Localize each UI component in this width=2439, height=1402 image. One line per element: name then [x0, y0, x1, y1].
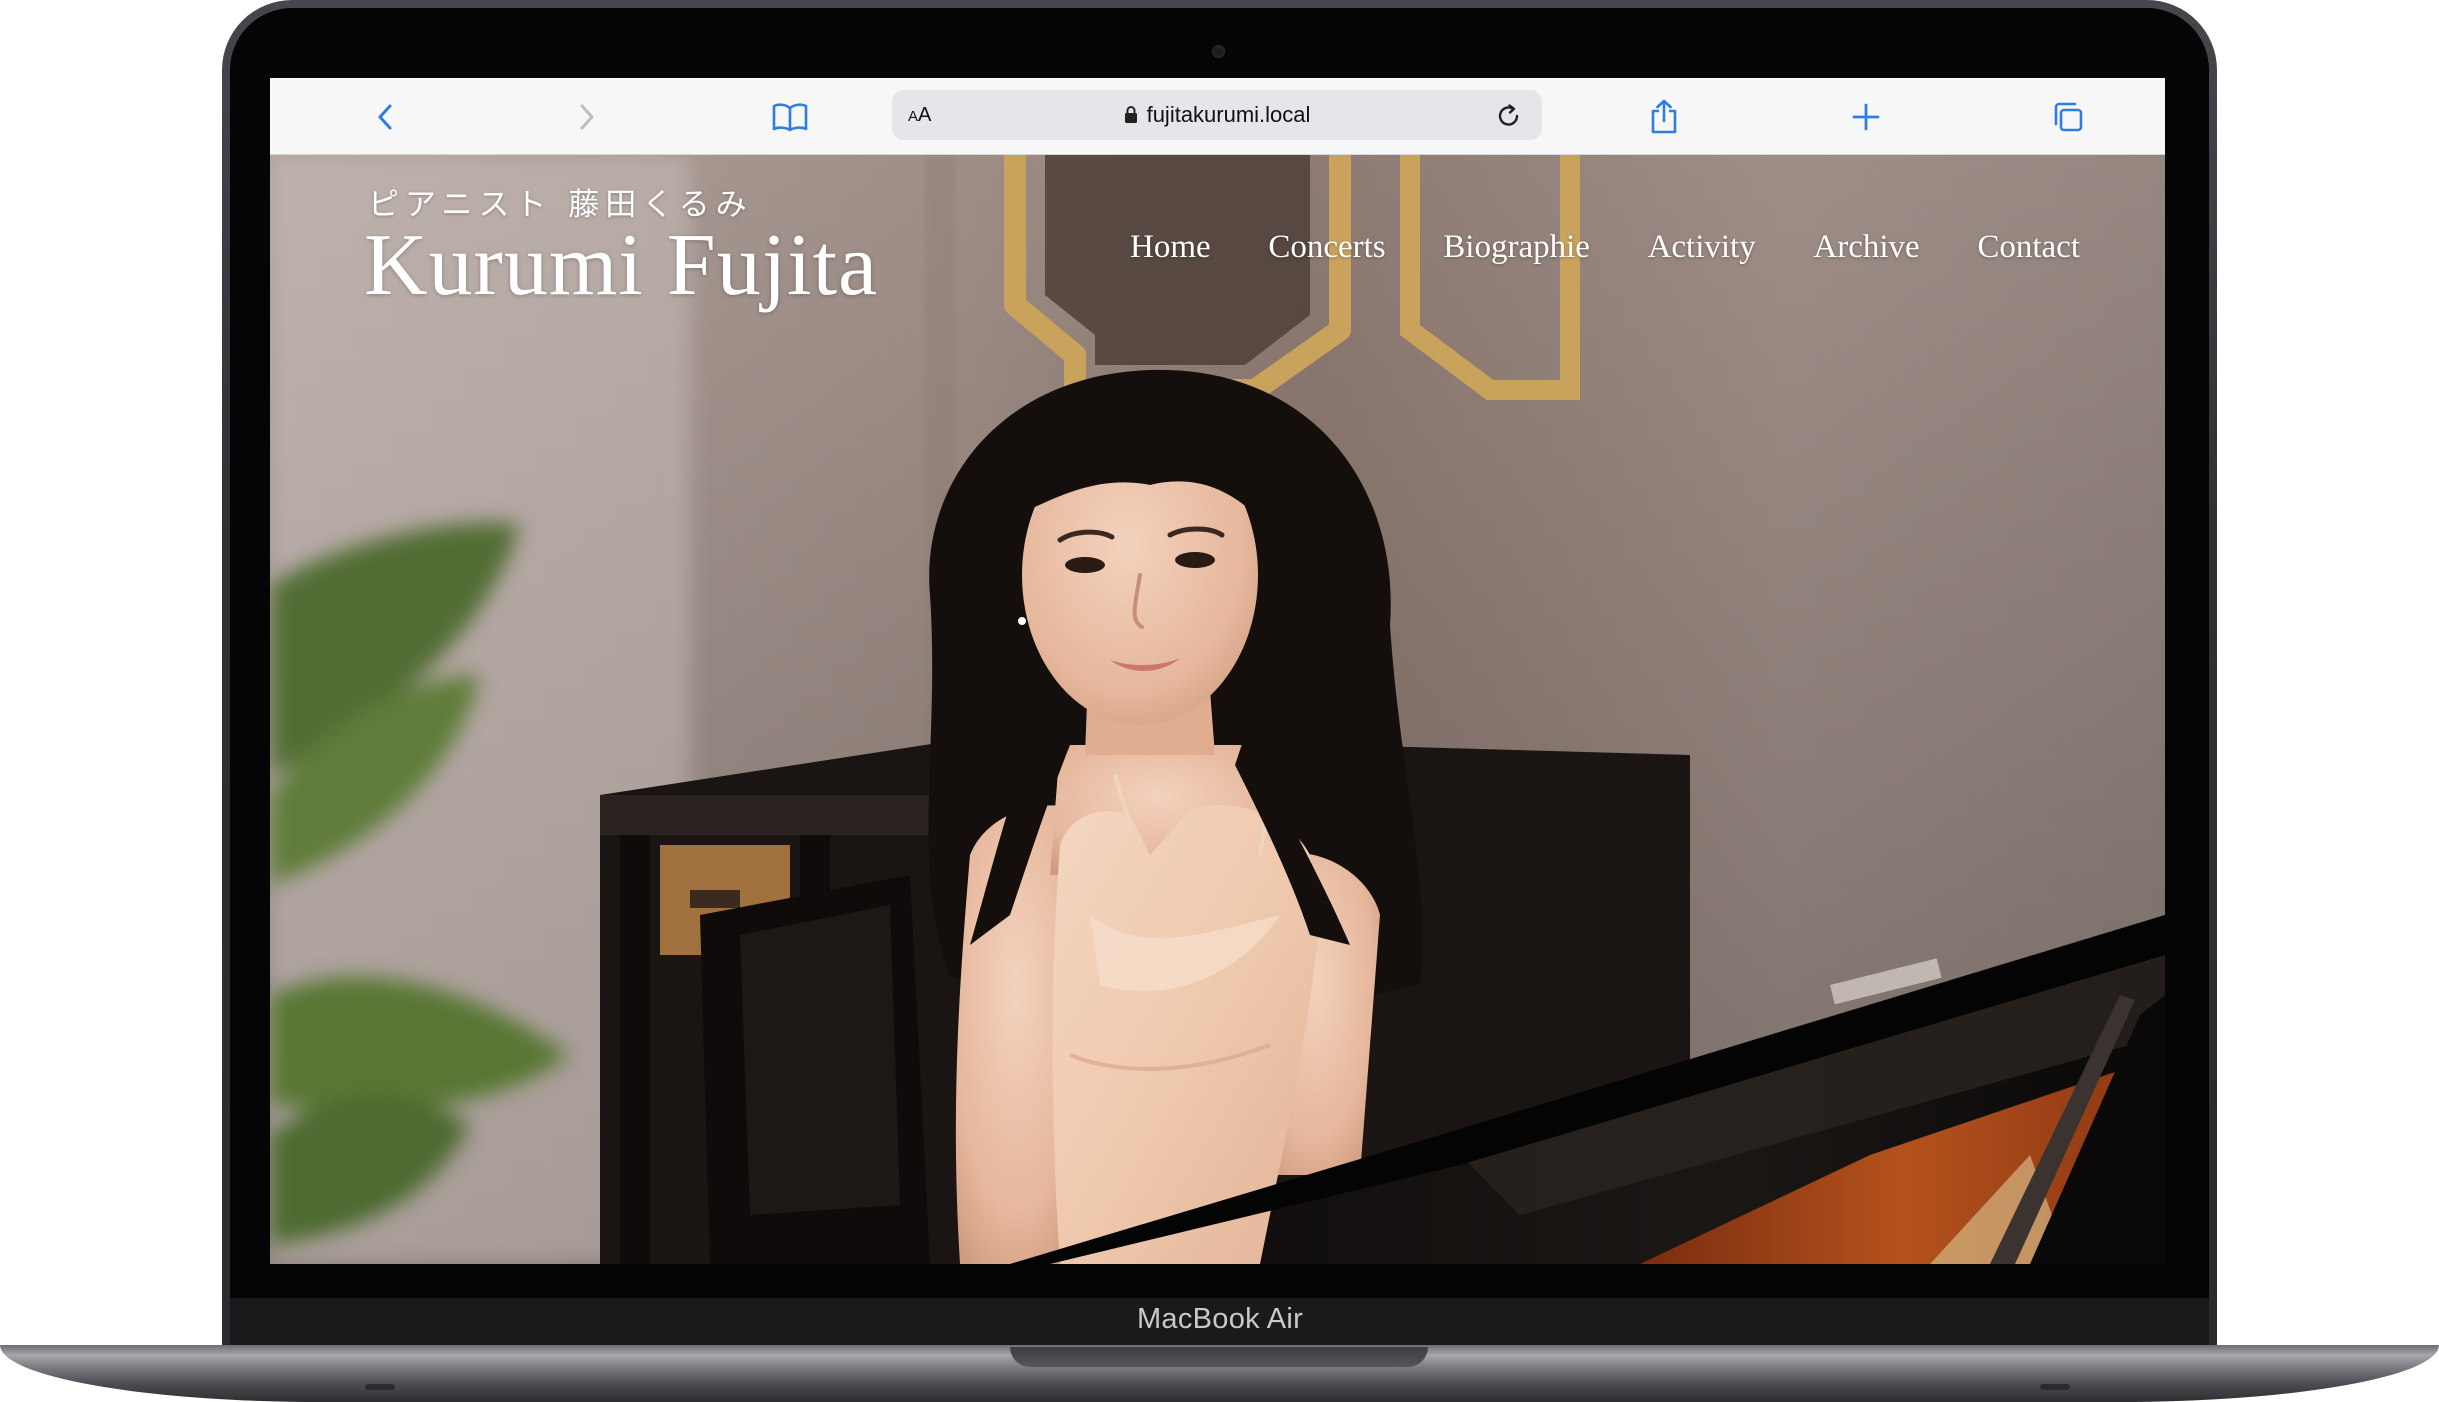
- chevron-right-icon: [580, 104, 594, 130]
- reader-label-big: A: [918, 104, 932, 126]
- back-button[interactable]: [366, 97, 406, 137]
- nav-link-archive[interactable]: Archive: [1813, 229, 1919, 266]
- plus-icon: [1852, 103, 1880, 131]
- nav-link-concerts[interactable]: Concerts: [1268, 229, 1385, 266]
- laptop-foot-right: [2040, 1384, 2070, 1390]
- chevron-left-icon: [378, 104, 392, 130]
- main-nav: Home Concerts Biographie Activity Archiv…: [1130, 229, 2080, 266]
- pianist-portrait-photo: [270, 155, 2165, 1264]
- nav-link-biographie[interactable]: Biographie: [1443, 229, 1590, 266]
- tabs-icon: [2054, 102, 2083, 132]
- share-icon: [1651, 99, 1677, 134]
- screen: AA fujitakurumi.local ピアニスト 藤田くるみ Kurumi…: [270, 78, 2165, 1264]
- share-button[interactable]: [1644, 97, 1684, 137]
- site-title-logo[interactable]: Kurumi Fujita: [364, 215, 878, 316]
- reader-label-small: A: [908, 108, 919, 125]
- forward-button[interactable]: [566, 97, 606, 137]
- device-model-label: MacBook Air: [1136, 1303, 1304, 1335]
- camera-icon: [1212, 45, 1225, 58]
- reader-view-button[interactable]: AA: [902, 99, 937, 131]
- nav-link-activity[interactable]: Activity: [1648, 229, 1756, 266]
- address-bar[interactable]: AA fujitakurumi.local: [892, 90, 1542, 140]
- bookmarks-button[interactable]: [770, 97, 810, 137]
- nav-link-home[interactable]: Home: [1130, 229, 1211, 266]
- url-text[interactable]: fujitakurumi.local: [1147, 102, 1311, 128]
- laptop-hinge-notch: [1010, 1347, 1428, 1367]
- url-group: fujitakurumi.local: [892, 90, 1542, 140]
- webpage: ピアニスト 藤田くるみ Kurumi Fujita Home Concerts …: [270, 155, 2165, 1264]
- reload-icon: [1498, 104, 1519, 126]
- tabs-overview-button[interactable]: [2048, 97, 2088, 137]
- new-tab-button[interactable]: [1846, 97, 1886, 137]
- nav-link-contact[interactable]: Contact: [1977, 229, 2080, 266]
- browser-toolbar: AA fujitakurumi.local: [270, 78, 2165, 155]
- book-icon: [772, 103, 808, 132]
- lock-icon: [1124, 105, 1137, 123]
- laptop-foot-left: [365, 1384, 395, 1390]
- reload-button[interactable]: [1492, 99, 1526, 133]
